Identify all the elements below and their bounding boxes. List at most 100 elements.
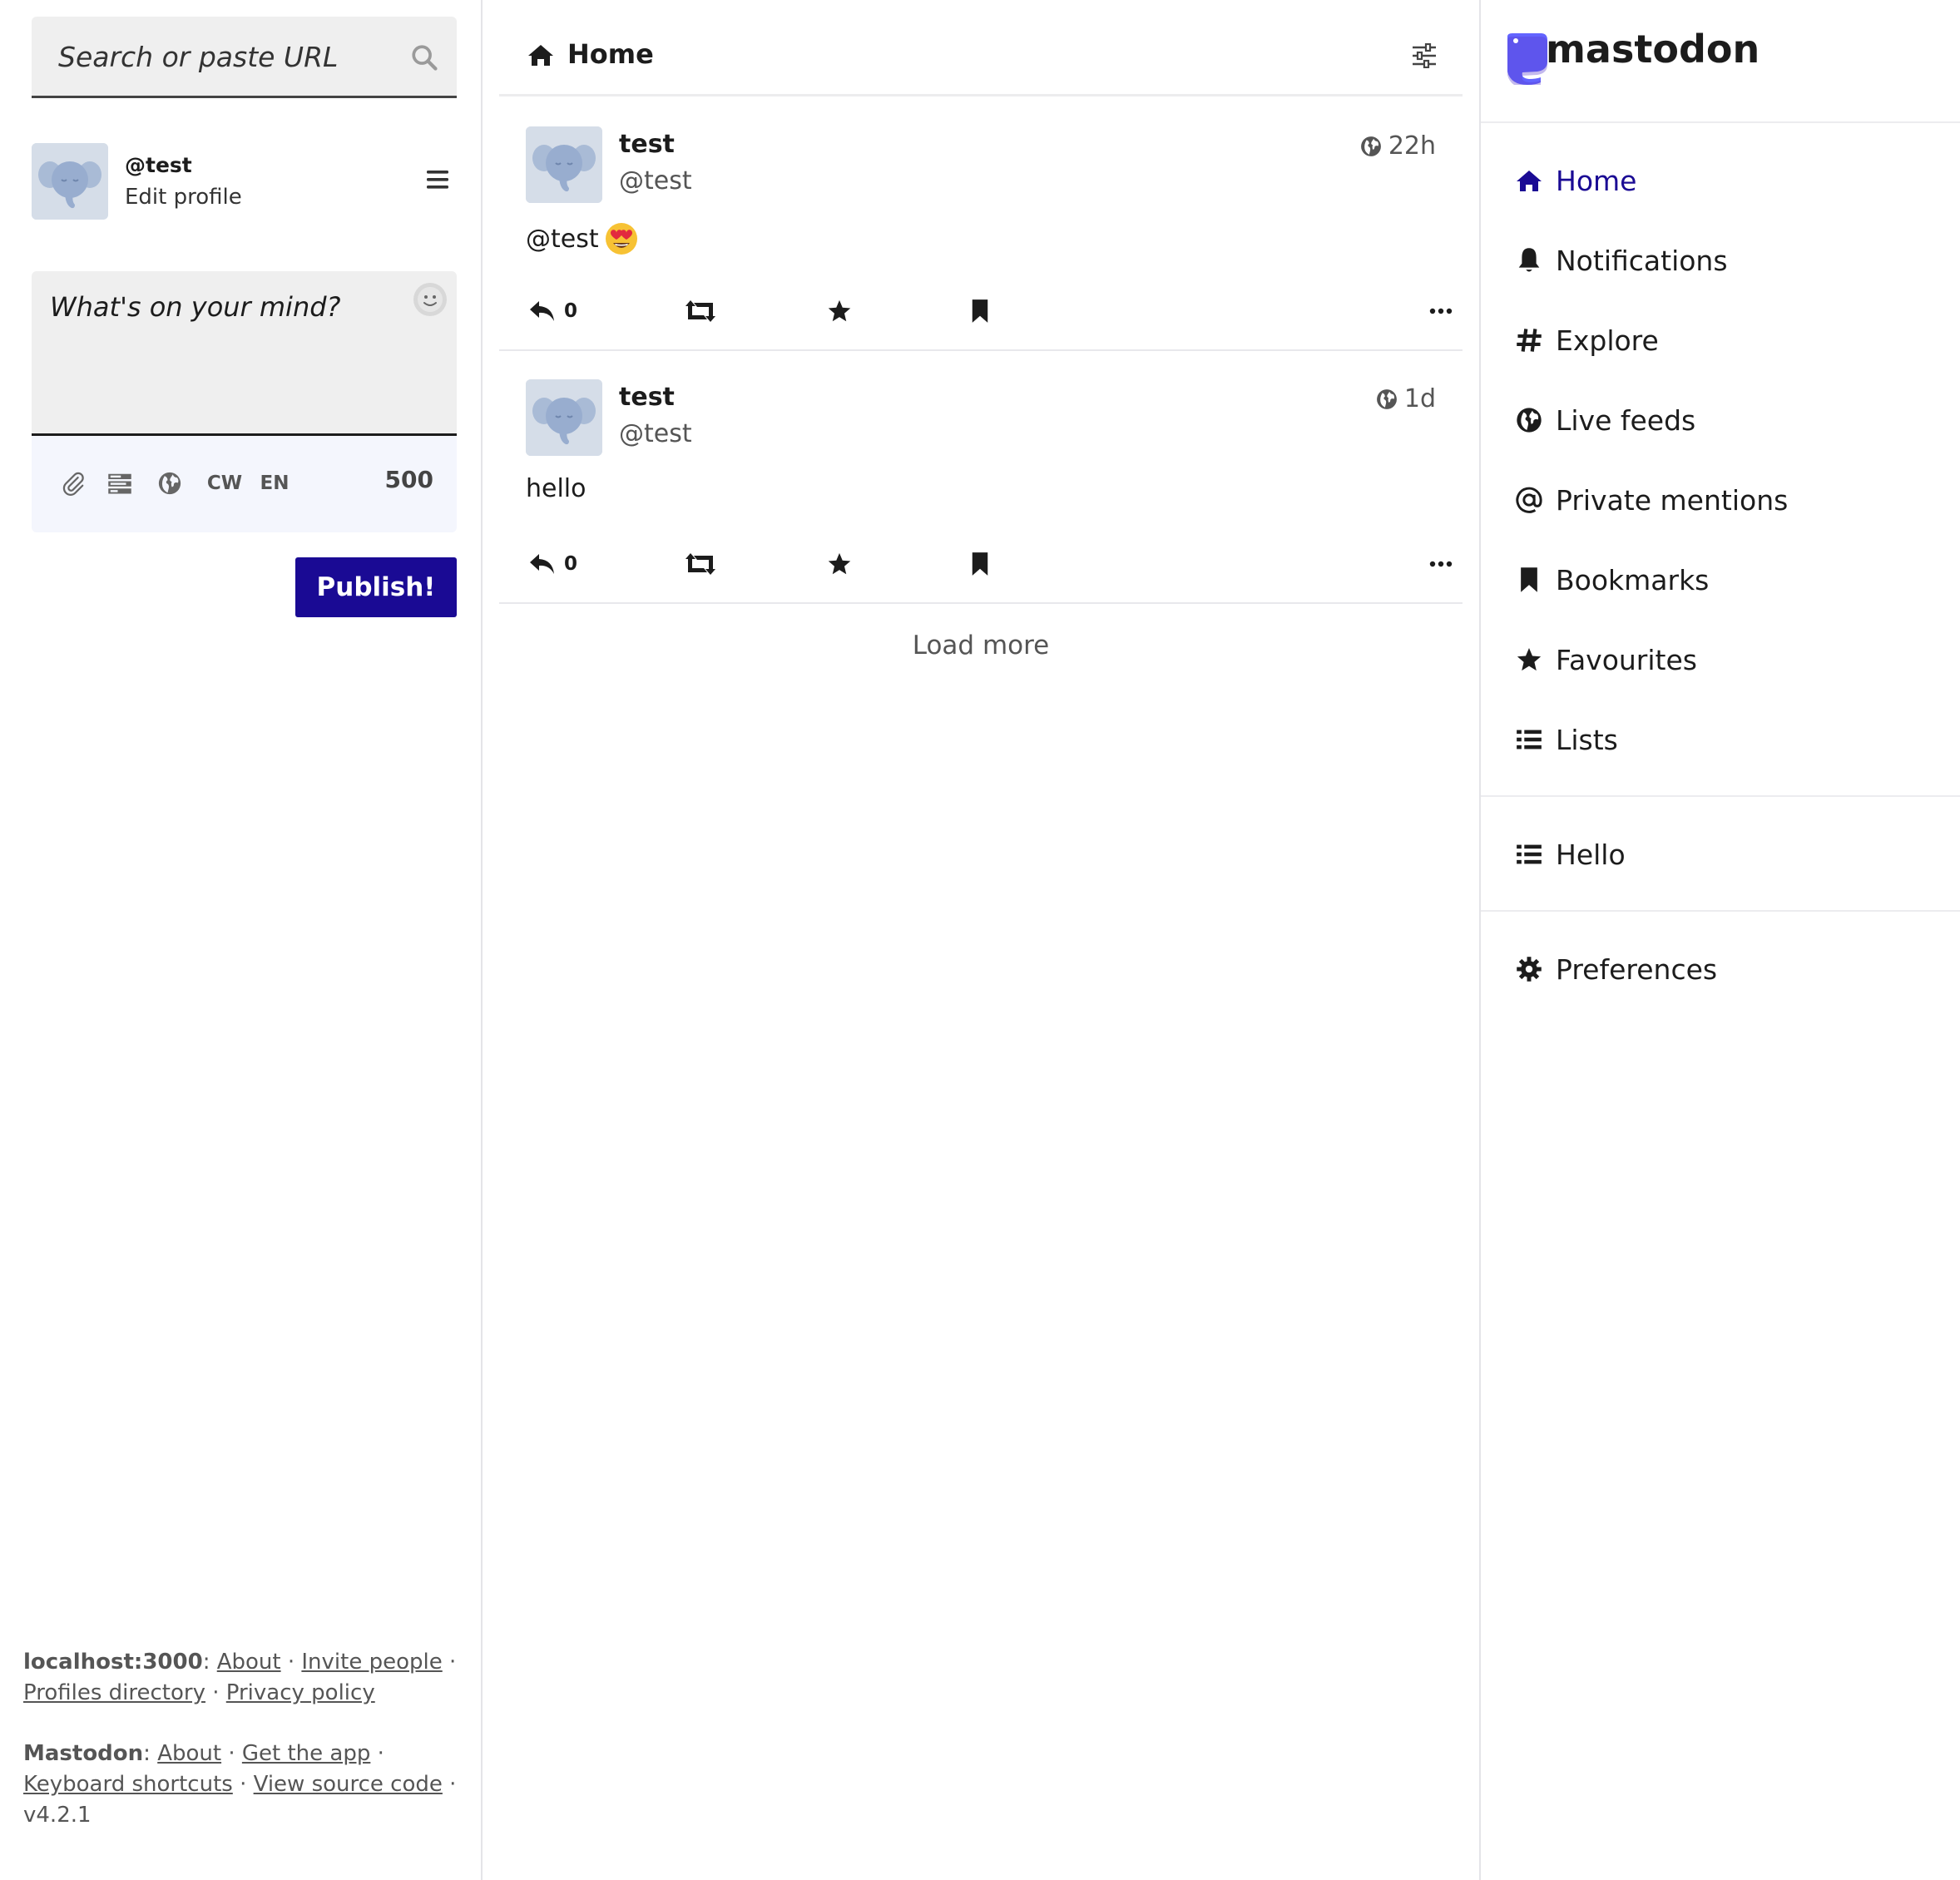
star-icon [828,299,851,322]
nav-label: Explore [1556,324,1659,357]
favourite-button[interactable] [827,294,852,328]
retweet-icon [686,553,715,575]
nav-item-notifications[interactable]: Notifications [1481,231,1960,289]
status-time-label: 22h [1388,131,1436,161]
nav-item-list-hello[interactable]: Hello [1481,825,1960,883]
heart-eyes-emoji-icon [605,223,637,255]
status-item[interactable]: test @test 22h @test 0 [499,98,1463,351]
profiles-directory-link[interactable]: Profiles directory [23,1680,205,1705]
compose-form: CW EN 500 [32,271,457,532]
hashtag-icon [1517,329,1542,352]
paperclip-icon [62,472,84,496]
server-links: localhost:3000: About · Invite people · … [23,1650,457,1705]
status-handle[interactable]: @test [619,419,692,448]
cw-label: CW [206,472,243,494]
mastodon-about-link[interactable]: About [157,1741,221,1766]
nav-label: Hello [1556,838,1626,871]
status-handle[interactable]: @test [619,166,692,195]
compose-area [32,271,457,436]
view-source-code-link[interactable]: View source code [254,1772,443,1797]
status-avatar[interactable] [526,379,602,456]
reply-count: 0 [564,553,578,575]
nav-label: Private mentions [1556,483,1789,517]
bookmark-icon [972,299,988,323]
nav-item-bookmarks[interactable]: Bookmarks [1481,551,1960,609]
nav-item-home[interactable]: Home [1481,151,1960,210]
content-warning-button[interactable]: CW [200,468,250,499]
status-display-name[interactable]: test [619,383,675,412]
search-icon[interactable] [410,43,438,72]
nav-item-live-feeds[interactable]: Live feeds [1481,391,1960,449]
language-label: EN [260,472,290,494]
elephant-avatar-icon [32,143,108,220]
nav-item-lists[interactable]: Lists [1481,710,1960,769]
home-timeline-column: Home test @test 22h @test 0 test @test 1… [483,0,1481,1880]
list-icon [1517,730,1542,750]
mastodon-app: @test Edit profile [0,0,1960,1880]
keyboard-shortcuts-link[interactable]: Keyboard shortcuts [23,1772,233,1797]
mention-link[interactable]: @test [526,225,599,254]
reply-count: 0 [564,300,578,322]
emoji-picker-icon[interactable] [412,281,448,318]
navigation-panel: mastodon Home Notifications Explore Live… [1481,0,1960,1880]
elephant-avatar-icon [526,379,602,456]
reply-button[interactable]: 0 [529,547,577,581]
status-content: hello [526,474,587,503]
divider [1481,910,1960,912]
attach-media-button[interactable] [57,468,90,499]
bookmark-button[interactable] [970,547,990,581]
compose-toolbar: CW EN 500 [32,436,457,532]
server-name: localhost:3000 [23,1650,203,1675]
server-about-link[interactable]: About [217,1650,281,1675]
load-more-button[interactable]: Load more [499,606,1463,685]
mastodon-links: Mastodon: About · Get the app · Keyboard… [23,1741,457,1828]
avatar[interactable] [32,143,108,220]
column-title[interactable]: Home [567,38,654,70]
publish-button[interactable]: Publish! [295,557,457,617]
search-input[interactable] [57,17,409,97]
status-action-bar: 0 [526,541,1453,591]
profile-handle[interactable]: @test [125,153,192,177]
get-the-app-link[interactable]: Get the app [242,1741,370,1766]
boost-button[interactable] [684,547,717,581]
nav-label: Bookmarks [1556,563,1710,596]
nav-item-explore[interactable]: Explore [1481,311,1960,369]
compose-panel: @test Edit profile [0,0,483,1880]
globe-icon [158,472,181,495]
language-button[interactable]: EN [250,468,299,499]
nav-item-favourites[interactable]: Favourites [1481,631,1960,689]
add-poll-button[interactable] [103,468,136,499]
status-item[interactable]: test @test 1d hello 0 [499,351,1463,604]
reply-button[interactable]: 0 [529,294,577,328]
nav-item-private-mentions[interactable]: Private mentions [1481,471,1960,529]
compose-textarea[interactable] [48,289,401,418]
privacy-policy-link[interactable]: Privacy policy [226,1680,375,1705]
visibility-button[interactable] [153,468,186,499]
search-box [32,17,457,98]
bookmark-button[interactable] [970,294,990,328]
status-time-label: 1d [1403,384,1436,413]
bell-icon [1518,248,1540,272]
mastodon-logo[interactable]: mastodon [1502,27,1802,87]
hamburger-menu-icon[interactable] [425,168,450,191]
status-avatar[interactable] [526,126,602,203]
nav-label: Preferences [1556,952,1718,986]
status-timestamp[interactable]: 1d [1376,384,1436,413]
divider [1481,795,1960,797]
ellipsis-icon [1429,308,1453,314]
status-timestamp[interactable]: 22h [1360,131,1436,161]
column-header: Home [499,0,1463,96]
edit-profile-link[interactable]: Edit profile [125,185,242,210]
favourite-button[interactable] [827,547,852,581]
boost-button[interactable] [684,294,717,328]
more-button[interactable] [1429,294,1453,328]
invite-people-link[interactable]: Invite people [301,1650,442,1675]
divider [1481,121,1960,123]
list-icon [1517,844,1542,864]
nav-item-preferences[interactable]: Preferences [1481,940,1960,998]
star-icon [828,552,851,575]
column-settings-icon[interactable] [1411,43,1438,68]
status-action-bar: 0 [526,288,1453,338]
more-button[interactable] [1429,547,1453,581]
status-display-name[interactable]: test [619,130,675,159]
